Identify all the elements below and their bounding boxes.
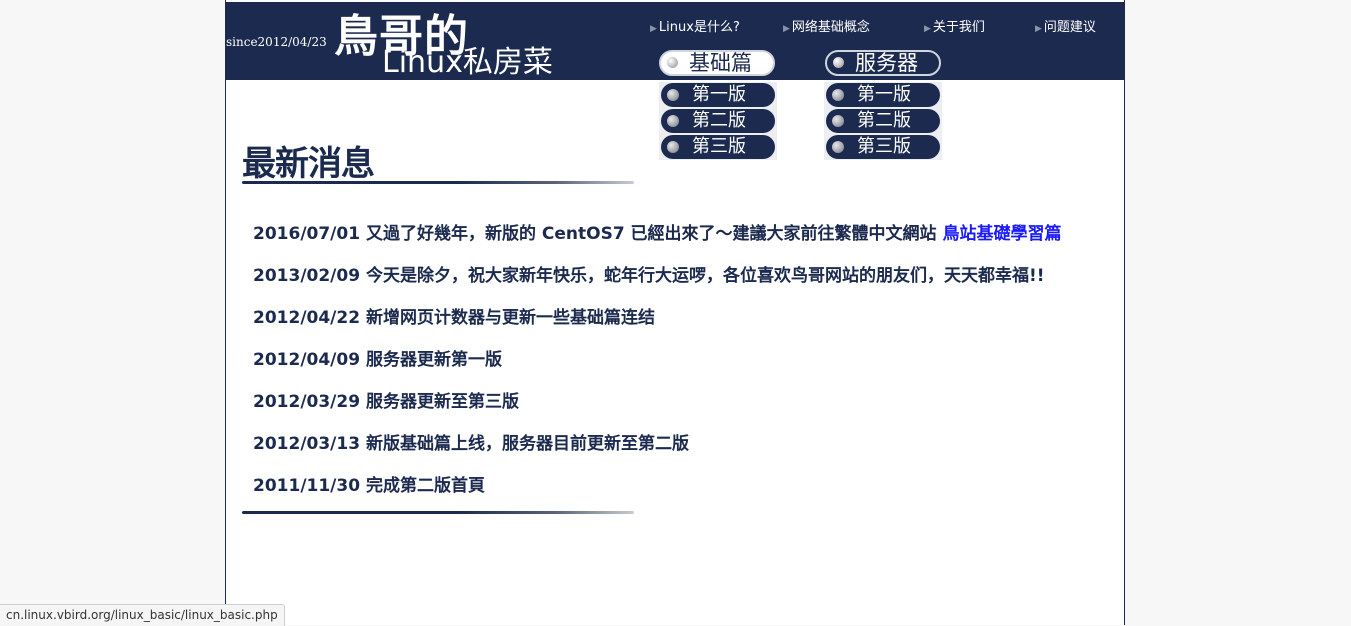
version-label: 第二版 bbox=[692, 110, 746, 131]
version-label: 第一版 bbox=[692, 84, 746, 105]
radio-dot-icon bbox=[833, 57, 844, 68]
basic-version-3-button[interactable]: 第三版 bbox=[661, 135, 775, 159]
news-section-title: 最新消息 bbox=[242, 144, 375, 184]
section-divider bbox=[242, 181, 634, 184]
nav-link-about-us[interactable]: ▶ 关于我们 bbox=[924, 16, 985, 35]
server-version-1-button[interactable]: 第一版 bbox=[826, 83, 940, 107]
version-label: 第三版 bbox=[857, 136, 911, 157]
news-item-text: 2012/03/29 服务器更新至第三版 bbox=[253, 392, 519, 412]
category-server-button[interactable]: 服务器 bbox=[825, 50, 941, 76]
news-item-text: 2012/04/22 新增网页计数器与更新一些基础篇连结 bbox=[253, 308, 655, 328]
category-label: 服务器 bbox=[855, 51, 918, 75]
radio-dot-icon bbox=[832, 115, 844, 127]
news-item: 2012/04/22 新增网页计数器与更新一些基础篇连结 bbox=[253, 303, 1113, 345]
page-container: since2012/04/23 鳥哥的 Linux私房菜 ▶ Linux是什么? … bbox=[225, 0, 1125, 625]
nav-link-label: 问题建议 bbox=[1043, 20, 1096, 35]
nav-link-feedback[interactable]: ▶ 问题建议 bbox=[1035, 16, 1096, 35]
server-version-3-button[interactable]: 第三版 bbox=[826, 135, 940, 159]
news-item: 2016/07/01 又過了好幾年，新版的 CentOS7 已經出來了～建議大家… bbox=[253, 219, 1113, 261]
radio-dot-icon bbox=[667, 89, 679, 101]
triangle-icon: ▶ bbox=[650, 24, 657, 34]
version-label: 第二版 bbox=[857, 110, 911, 131]
news-item-text: 2011/11/30 完成第二版首頁 bbox=[253, 476, 485, 496]
news-item-text: 2012/04/09 服务器更新第一版 bbox=[253, 350, 502, 370]
since-date: since2012/04/23 bbox=[226, 35, 327, 49]
version-label: 第一版 bbox=[857, 84, 911, 105]
nav-link-label: 关于我们 bbox=[932, 20, 985, 35]
server-versions-menu: 第一版 第二版 第三版 bbox=[824, 82, 942, 160]
triangle-icon: ▶ bbox=[924, 24, 931, 34]
browser-status-url: cn.linux.vbird.org/linux_basic/linux_bas… bbox=[0, 604, 285, 626]
basic-version-2-button[interactable]: 第二版 bbox=[661, 109, 775, 133]
news-item-link[interactable]: 鳥站基礎學習篇 bbox=[942, 224, 1061, 244]
nav-link-network-basics[interactable]: ▶ 网络基础概念 bbox=[783, 16, 870, 35]
nav-link-label: Linux是什么? bbox=[658, 20, 740, 35]
news-list: 2016/07/01 又過了好幾年，新版的 CentOS7 已經出來了～建議大家… bbox=[253, 219, 1113, 513]
basic-version-1-button[interactable]: 第一版 bbox=[661, 83, 775, 107]
section-divider bbox=[242, 511, 634, 514]
radio-dot-icon bbox=[832, 141, 844, 153]
triangle-icon: ▶ bbox=[783, 24, 790, 34]
radio-dot-icon bbox=[667, 115, 679, 127]
nav-link-what-is-linux[interactable]: ▶ Linux是什么? bbox=[650, 16, 740, 35]
news-item-text: 2012/03/13 新版基础篇上线，服务器目前更新至第二版 bbox=[253, 434, 689, 454]
server-version-2-button[interactable]: 第二版 bbox=[826, 109, 940, 133]
site-logo-subtitle[interactable]: Linux私房菜 bbox=[382, 46, 553, 80]
news-item: 2013/02/09 今天是除夕，祝大家新年快乐，蛇年行大运啰，各位喜欢鸟哥网站… bbox=[253, 261, 1113, 303]
news-item: 2012/03/13 新版基础篇上线，服务器目前更新至第二版 bbox=[253, 429, 1113, 471]
version-label: 第三版 bbox=[692, 136, 746, 157]
news-item-text: 2016/07/01 又過了好幾年，新版的 CentOS7 已經出來了～建議大家… bbox=[253, 224, 943, 244]
basic-versions-menu: 第一版 第二版 第三版 bbox=[659, 82, 777, 160]
category-basic-button[interactable]: 基础篇 bbox=[659, 50, 775, 76]
news-item: 2011/11/30 完成第二版首頁 bbox=[253, 471, 1113, 513]
radio-dot-icon bbox=[832, 89, 844, 101]
news-item-text: 2013/02/09 今天是除夕，祝大家新年快乐，蛇年行大运啰，各位喜欢鸟哥网站… bbox=[253, 266, 1045, 286]
nav-link-label: 网络基础概念 bbox=[791, 20, 870, 35]
triangle-icon: ▶ bbox=[1035, 24, 1042, 34]
category-label: 基础篇 bbox=[689, 51, 752, 75]
radio-dot-icon bbox=[667, 57, 678, 68]
news-item: 2012/03/29 服务器更新至第三版 bbox=[253, 387, 1113, 429]
radio-dot-icon bbox=[667, 141, 679, 153]
news-item: 2012/04/09 服务器更新第一版 bbox=[253, 345, 1113, 387]
